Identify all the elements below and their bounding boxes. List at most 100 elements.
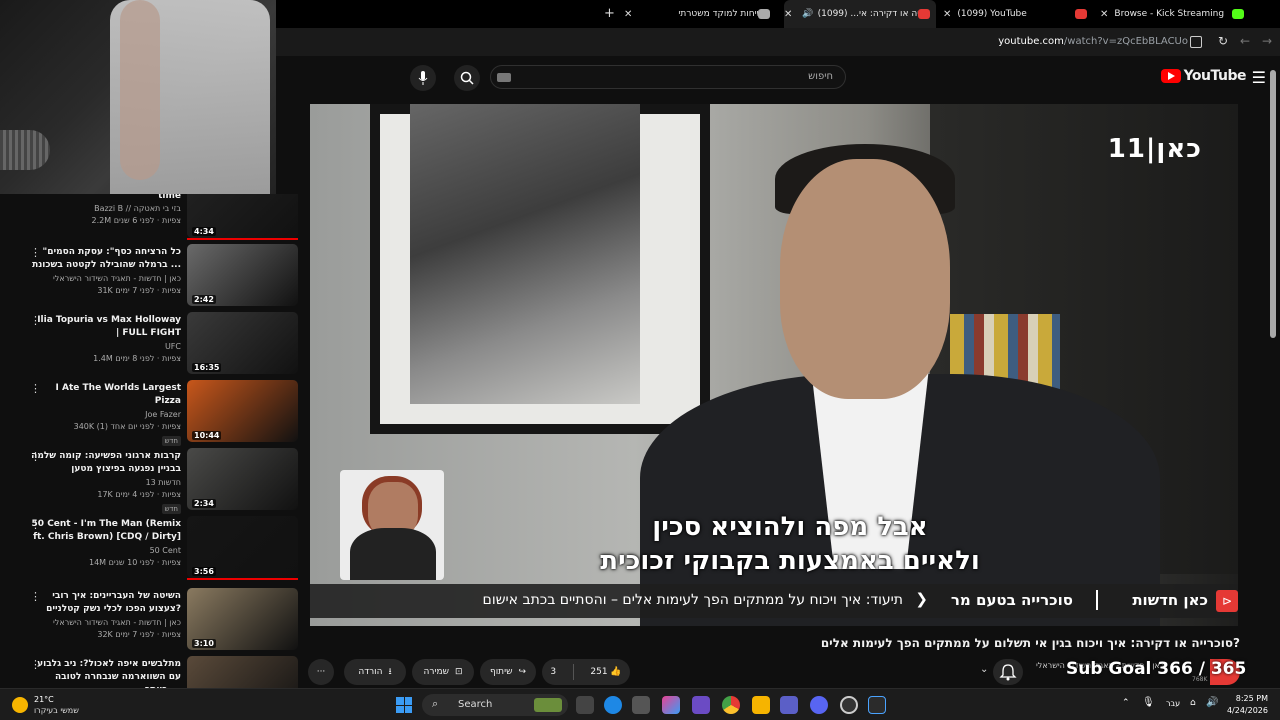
page-scrollbar[interactable] — [1270, 60, 1276, 688]
clock[interactable]: 8:25 PM 4/24/2026 — [1227, 693, 1268, 717]
list-item[interactable]: 16:35 Ilia Topuria vs Max Holloway | FULL… — [0, 312, 300, 376]
extensions-icon[interactable] — [1190, 36, 1202, 48]
task-view-icon[interactable] — [576, 696, 594, 714]
youtube-icon — [1075, 9, 1087, 19]
list-item[interactable]: 3:10 השיטה של העבריינים: איך רובי צעצוע ה… — [0, 588, 300, 652]
list-item[interactable]: 10:44 I Ate The Worlds Largest Pizza Joe F… — [0, 380, 300, 446]
channel-name[interactable]: Joe Fazer — [21, 410, 181, 419]
reload-icon[interactable]: ↻ — [1218, 34, 1228, 48]
video-title[interactable]: 50 Cent - I'm The Man (Remix ft. Chris B… — [31, 518, 181, 544]
url-field[interactable]: youtube.com/watch?v=zQcEbBLACUo — [998, 36, 1188, 47]
tab-close-icon[interactable]: ✕ — [624, 9, 632, 20]
chevron-down-icon[interactable]: ⌄ — [980, 664, 988, 675]
tray-chevron-icon[interactable]: ⌃ — [1122, 698, 1130, 708]
tab-current-video[interactable]: ✕ 🔊 סוכרייה או דקירה: אי... (1099) — [784, 0, 936, 28]
hamburger-menu-icon[interactable]: ☰ — [1252, 68, 1266, 87]
download-button[interactable]: הורדה ⭳ — [344, 659, 406, 685]
volume-icon[interactable]: 🔊 — [1206, 697, 1218, 708]
more-options-icon[interactable]: ⋮ — [30, 590, 41, 603]
list-item[interactable]: מתלבשים איפה לאכול?: ניב גלבוע עם השוואר… — [0, 656, 300, 688]
app-icon[interactable] — [868, 696, 886, 714]
windows-taskbar: 21°C שמשי בעיקרו ⌕ Search ⌃ 🎙 עבר ⌂ 🔊 8:… — [0, 688, 1280, 720]
tab-close-icon[interactable]: ✕ — [784, 9, 792, 20]
search-input[interactable]: חיפוש — [490, 65, 846, 89]
list-item[interactable]: 3:56 50 Cent - I'm The Man (Remix ft. Chr… — [0, 516, 300, 580]
list-item[interactable]: 4:34 time Bazzi B // בזי בי תאטקה 2.2M צפיו… — [0, 194, 300, 240]
windows-start-icon[interactable] — [396, 697, 412, 713]
list-item[interactable]: 2:34 קרבות ארגוני הפשיעה: קומה שלמה בבניי… — [0, 448, 300, 514]
video-title[interactable]: I Ate The Worlds Largest Pizza — [31, 382, 181, 408]
search-icon: ⌕ — [432, 697, 439, 710]
tab-youtube[interactable]: ✕ (1099) YouTube — [943, 0, 1093, 28]
video-player[interactable]: כאן|11 אבל מפה ולהוציא סכין ולאיים באמצע… — [310, 104, 1238, 626]
more-options-icon[interactable]: ⋮ — [30, 246, 41, 259]
edge-icon[interactable] — [604, 696, 622, 714]
save-button[interactable]: שמירה ⊡ — [412, 659, 474, 685]
obs-icon[interactable] — [840, 696, 858, 714]
youtube-icon — [918, 9, 930, 19]
list-item[interactable]: 2:42 "כל הרציחה כסף": עסקת הסמים ברמלה שה… — [0, 244, 300, 308]
channel-name[interactable]: UFC — [21, 342, 181, 351]
video-thumbnail[interactable] — [187, 656, 298, 688]
search-placeholder: חיפוש — [808, 71, 833, 82]
keyboard-icon[interactable] — [497, 73, 511, 82]
channel-name[interactable]: חדשות 13 — [21, 478, 181, 487]
taskbar-search[interactable]: ⌕ Search — [422, 694, 568, 716]
more-actions-button[interactable]: ··· — [308, 659, 334, 685]
video-title[interactable]: Ilia Topuria vs Max Holloway | FULL FIGH… — [31, 314, 181, 340]
video-title[interactable]: מתלבשים איפה לאכול?: ניב גלבוע עם השוואר… — [31, 658, 181, 688]
back-icon[interactable]: ← — [1240, 34, 1250, 48]
new-tab-button[interactable]: + — [604, 6, 615, 21]
duration-badge: 3:10 — [192, 639, 216, 648]
search-icon[interactable] — [454, 65, 480, 91]
duration-badge: 3:56 — [192, 567, 216, 576]
scrollbar-thumb[interactable] — [1270, 70, 1276, 338]
more-options-icon[interactable]: ⋮ — [30, 314, 41, 327]
more-options-icon[interactable]: ⋮ — [30, 658, 41, 671]
app-icon[interactable] — [692, 696, 710, 714]
video-meta: 14M צפיות · לפני 10 שנים — [88, 558, 181, 567]
duration-badge: 2:34 — [192, 499, 216, 508]
tab-close-icon[interactable]: ✕ — [1100, 9, 1108, 20]
channel-name[interactable]: Bazzi B // בזי בי תאטקה — [21, 204, 181, 213]
microphone-tray-icon[interactable]: 🎙 — [1142, 697, 1155, 708]
share-icon: ↪ — [518, 667, 527, 677]
subtitle-line: אבל מפה ולהוציא סכין — [652, 512, 928, 542]
language-indicator[interactable]: עבר — [1166, 699, 1180, 708]
dislike-count[interactable]: 3 — [550, 667, 556, 677]
channel-name[interactable]: 50 Cent — [21, 546, 181, 555]
search-highlight-icon — [534, 698, 562, 712]
tab-kick[interactable]: ✕ Browse - Kick Streaming — [1100, 0, 1250, 28]
forward-icon[interactable]: → — [1262, 34, 1272, 48]
chrome-icon[interactable] — [722, 696, 740, 714]
video-title[interactable]: השיטה של העבריינים: איך רובי צעצוע הפכו … — [31, 590, 181, 616]
share-button[interactable]: שיתוף ↪ — [480, 659, 536, 685]
mic-icon[interactable] — [410, 65, 436, 91]
channel-name[interactable]: כאן | חדשות - תאגיד השידור הישראלי — [21, 274, 181, 283]
channel-11-logo: כאן|11 — [1107, 134, 1202, 164]
youtube-logo[interactable]: YouTube — [1160, 68, 1247, 84]
tab-title: שיחות למוקד משטרתי — [678, 9, 764, 19]
ticker-brand: כאן חדשות — [1132, 591, 1208, 609]
store-icon[interactable] — [632, 696, 650, 714]
video-title[interactable]: time — [31, 194, 181, 203]
more-options-icon[interactable]: ⋮ — [30, 382, 41, 395]
video-title[interactable]: קרבות ארגוני הפשיעה: קומה שלמה בבניין נפ… — [31, 450, 181, 476]
tab-close-icon[interactable]: ✕ — [943, 9, 951, 20]
like-button[interactable]: 251 👍 — [590, 667, 621, 677]
tab-police[interactable]: ✕ שיחות למוקד משטרתי — [624, 0, 776, 28]
video-title[interactable]: "כל הרציחה כסף": עסקת הסמים ברמלה שהוביל… — [31, 246, 181, 272]
copilot-icon[interactable] — [662, 696, 680, 714]
more-options-icon[interactable]: ⋮ — [30, 450, 41, 463]
file-explorer-icon[interactable] — [752, 696, 770, 714]
more-options-icon[interactable]: ⋮ — [30, 518, 41, 531]
tab-title: (1099) YouTube — [957, 9, 1027, 19]
audio-icon: 🔊 — [802, 9, 814, 19]
notification-bell-icon[interactable] — [993, 659, 1023, 685]
tab-title: סוכרייה או דקירה: אי... (1099) — [817, 9, 918, 19]
discord-icon[interactable] — [810, 696, 828, 714]
network-icon[interactable]: ⌂ — [1190, 698, 1196, 708]
teams-icon[interactable] — [780, 696, 798, 714]
channel-name[interactable]: כאן | חדשות - תאגיד השידור הישראלי — [21, 618, 181, 627]
subtitle-line: ולאיים באמצעות בקבוקי זכוכית — [600, 546, 980, 576]
